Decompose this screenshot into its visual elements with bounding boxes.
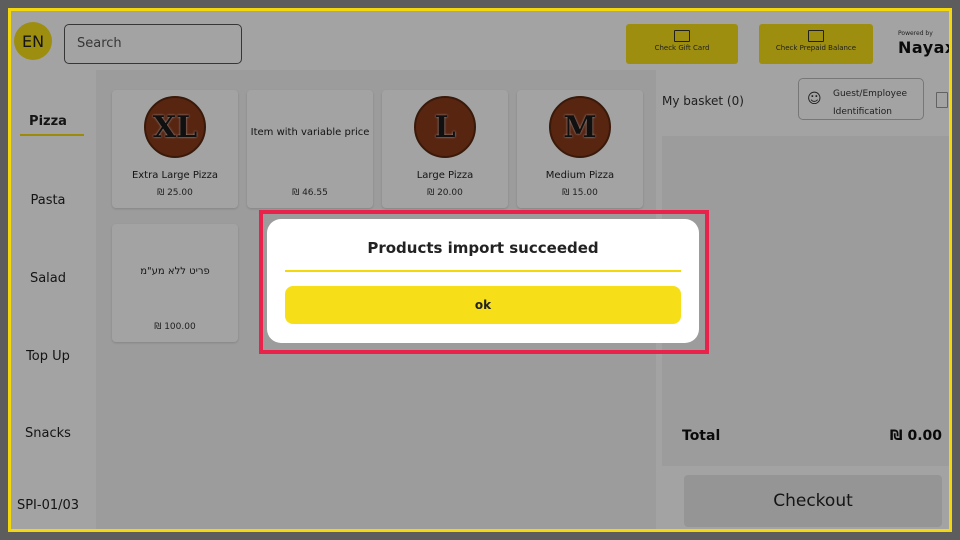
dialog-divider	[285, 270, 681, 272]
dialog-title: Products import succeeded	[367, 239, 599, 257]
screen-frame: EN Search Check Gift Card Check Prepaid …	[0, 0, 960, 540]
pos-app: EN Search Check Gift Card Check Prepaid …	[8, 8, 952, 532]
ok-button[interactable]: ok	[285, 286, 681, 324]
import-success-dialog: Products import succeeded ok	[267, 219, 699, 343]
